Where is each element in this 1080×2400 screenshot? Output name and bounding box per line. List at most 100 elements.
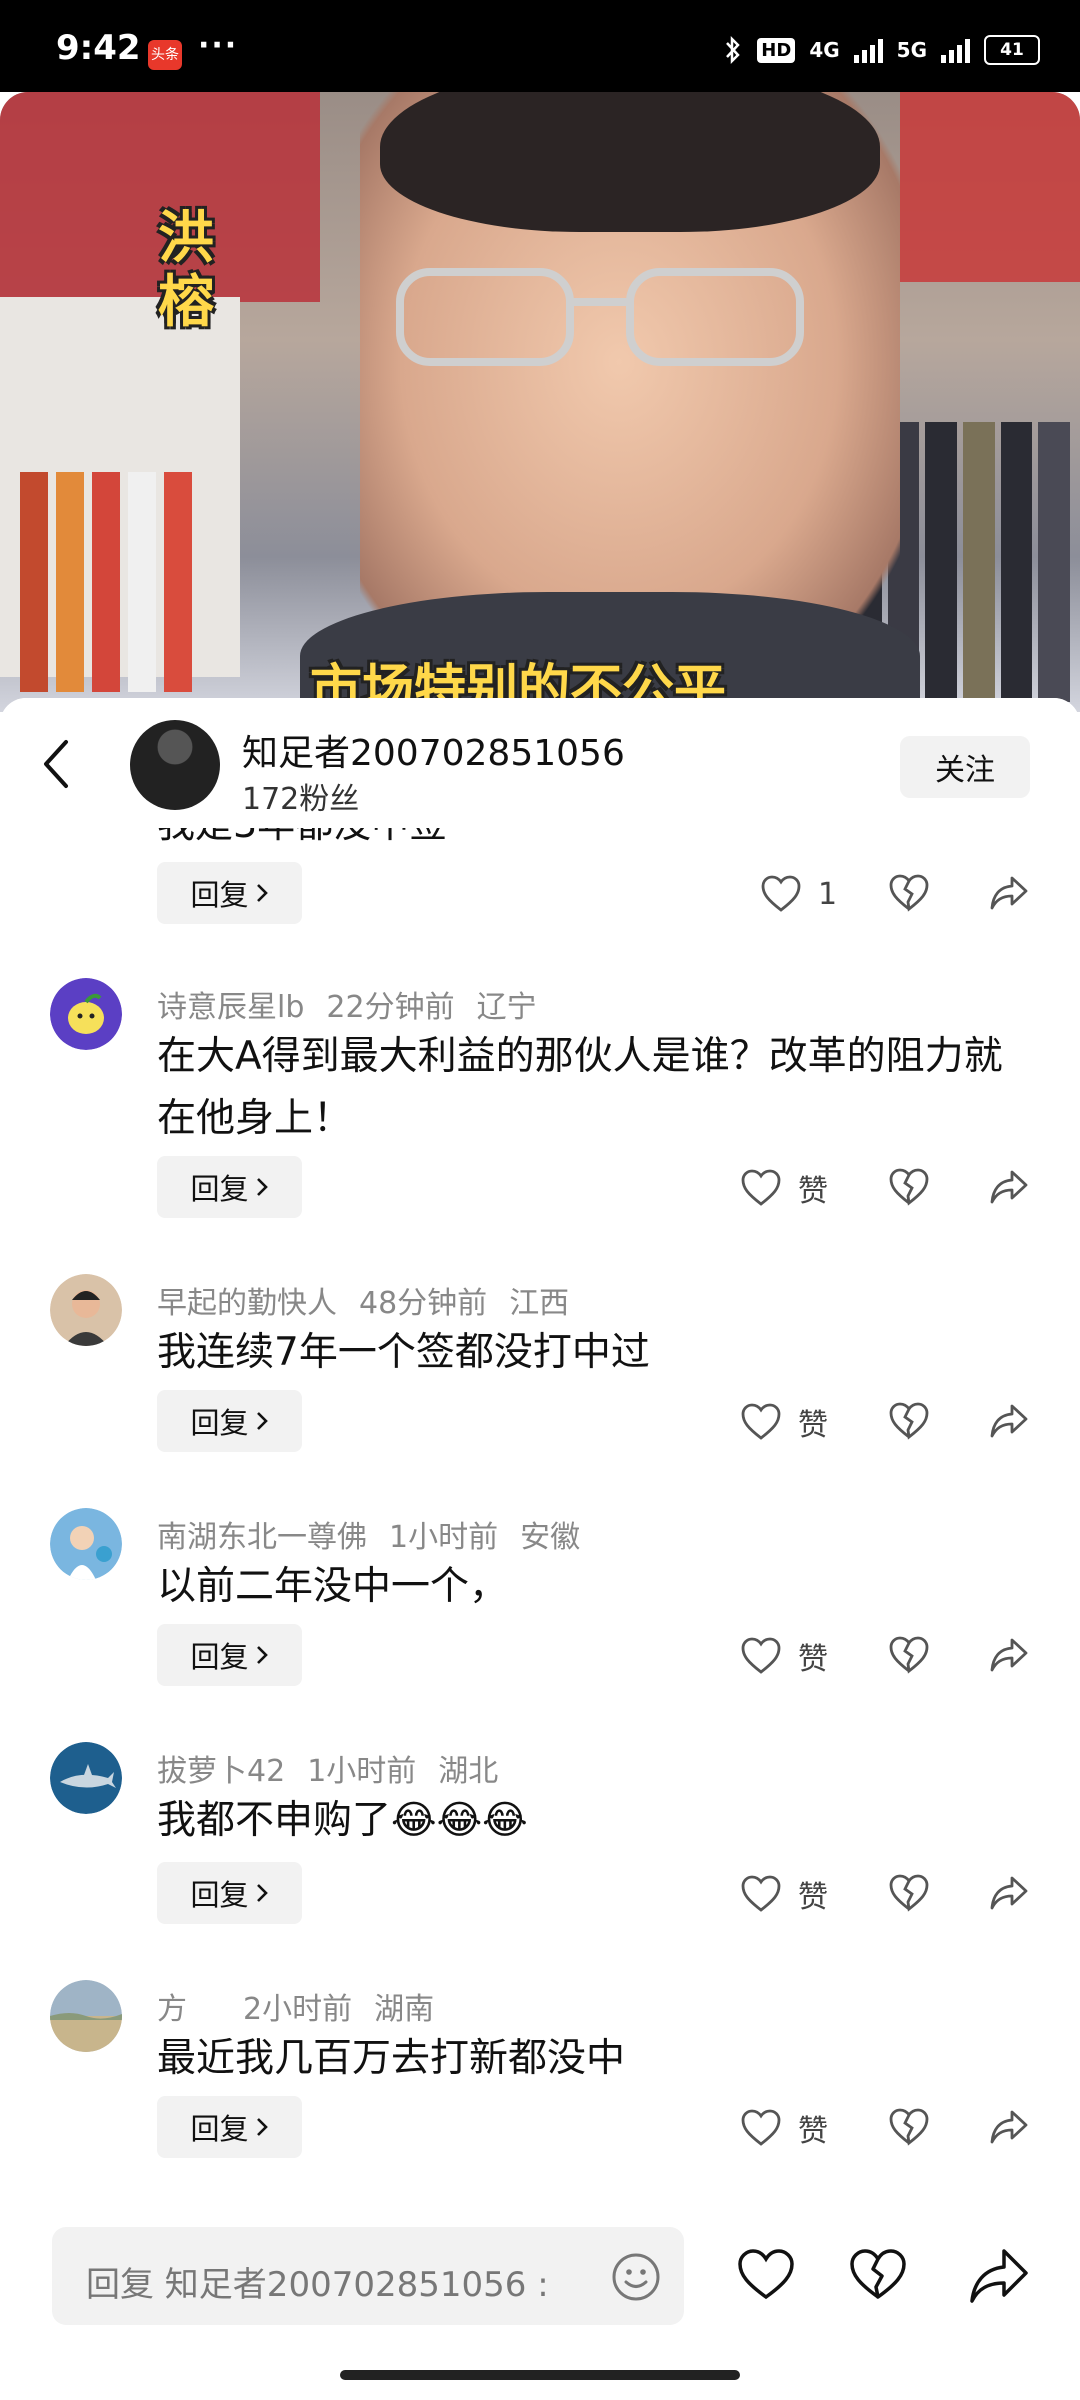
heart-icon [741, 1875, 781, 1912]
comment-text: 我连续7年一个签都没打中过 [157, 1330, 650, 1375]
like-count: 1 [818, 876, 838, 912]
avatar[interactable] [50, 1980, 122, 2052]
broken-heart-icon[interactable] [888, 1872, 930, 1914]
video-speaker [380, 92, 880, 232]
heart-icon[interactable] [736, 2247, 796, 2303]
reply-label: 回复 [190, 1640, 249, 1674]
video-caption-name: 洪榕 [158, 206, 214, 335]
signal-4g-icon [853, 37, 883, 63]
comment-text: 我都不申购了😂😂😂 [157, 1798, 528, 1843]
video-background [20, 472, 220, 692]
status-time: 9:42 [56, 28, 141, 68]
avatar[interactable] [50, 1742, 122, 1814]
reply-button[interactable]: 回复 [157, 1624, 302, 1686]
follow-button[interactable]: 关注 [900, 736, 1030, 798]
comment-meta: 南湖东北一尊佛 1小时前 安徽 [157, 1512, 602, 1556]
avatar[interactable] [50, 1274, 122, 1346]
reply-button[interactable]: 回复 [157, 1156, 302, 1218]
network-5g-label: 5G [896, 38, 927, 62]
reply-label: 回复 [190, 1172, 249, 1206]
author-fans-count: 172粉丝 [242, 782, 360, 817]
reply-input[interactable]: 回复 知足者200702851056 : [52, 2227, 684, 2325]
heart-icon [741, 1403, 781, 1440]
reply-label: 回复 [190, 1406, 249, 1440]
author-name[interactable]: 知足者200702851056 [242, 724, 625, 776]
sheet-header: 知足者200702851056 172粉丝 关注 [0, 698, 1080, 828]
avatar[interactable] [50, 978, 122, 1050]
reply-label: 回复 [190, 2112, 249, 2146]
avatar[interactable] [50, 1508, 122, 1580]
comment-region: 江西 [509, 1286, 570, 1321]
reply-button[interactable]: 回复 [157, 2096, 302, 2158]
like-button[interactable]: 1 [760, 872, 837, 916]
comment-meta: 诗意辰星lb 22分钟前 辽宁 [157, 982, 559, 1026]
comment-actions: 回复 赞 [0, 1862, 1080, 1926]
bottom-reply-bar: 回复 知足者200702851056 : [0, 2215, 1080, 2335]
reply-label: 回复 [190, 1878, 249, 1912]
comment-username[interactable]: 拔萝卜42 [157, 1754, 285, 1789]
landscape-avatar-icon [50, 1980, 122, 2052]
author-avatar[interactable] [130, 720, 220, 810]
broken-heart-icon[interactable] [888, 2106, 930, 2148]
more-notifications-icon: ··· [198, 28, 239, 63]
broken-heart-icon[interactable] [848, 2247, 908, 2303]
emoji-icon[interactable] [610, 2251, 662, 2303]
comment-list[interactable]: 我是3年都没中签 回复 1 [0, 698, 1080, 2208]
share-icon[interactable] [988, 2106, 1030, 2148]
comment-meta: 方 2小时前 湖南 [157, 1984, 456, 2028]
video-player[interactable]: 洪榕 市场特别的不公平 [0, 92, 1080, 712]
share-icon[interactable] [988, 1166, 1030, 1208]
comment-time: 48分钟前 [359, 1286, 488, 1321]
broken-heart-icon[interactable] [888, 1166, 930, 1208]
home-indicator[interactable] [340, 2370, 740, 2380]
comment-actions: 回复 1 [0, 862, 1080, 926]
like-button[interactable]: 赞 [740, 1634, 828, 1678]
share-icon[interactable] [988, 1872, 1030, 1914]
share-icon[interactable] [988, 1400, 1030, 1442]
comment-username[interactable]: 方 [157, 1992, 187, 2027]
status-bar: 9:42 头条 ··· HD 4G 5G 41 [0, 0, 1080, 92]
broken-heart-icon[interactable] [888, 1400, 930, 1442]
like-button[interactable]: 赞 [740, 1400, 828, 1444]
heart-icon [741, 2109, 781, 2146]
like-button[interactable]: 赞 [740, 1872, 828, 1916]
reply-button[interactable]: 回复 [157, 862, 302, 924]
back-arrow-icon[interactable] [34, 734, 78, 794]
comment-username[interactable]: 南湖东北一尊佛 [157, 1520, 367, 1555]
comment-region: 辽宁 [476, 990, 537, 1025]
like-button[interactable]: 赞 [740, 1166, 828, 1210]
signal-5g-icon [941, 37, 970, 63]
comment-time: 2小时前 [243, 1992, 353, 2027]
like-label: 赞 [798, 1408, 828, 1443]
comment-username[interactable]: 诗意辰星lb [157, 990, 304, 1025]
reply-button[interactable]: 回复 [157, 1862, 302, 1924]
comment-actions: 回复 赞 [0, 1624, 1080, 1688]
comment-region: 安徽 [520, 1520, 581, 1555]
broken-heart-icon[interactable] [888, 1634, 930, 1676]
broken-heart-icon[interactable] [888, 872, 930, 914]
comment-region: 湖南 [374, 1992, 435, 2027]
chevron-right-icon [256, 1412, 268, 1430]
battery-icon: 41 [984, 35, 1040, 65]
person-avatar-icon [50, 1274, 122, 1346]
share-icon[interactable] [988, 1634, 1030, 1676]
like-button[interactable]: 赞 [740, 2106, 828, 2150]
heart-icon [741, 1169, 781, 1206]
share-icon[interactable] [968, 2245, 1032, 2305]
reply-label: 回复 [190, 878, 249, 912]
comment-meta: 拔萝卜42 1小时前 湖北 [157, 1746, 520, 1790]
comment-username[interactable]: 早起的勤快人 [157, 1286, 337, 1321]
hd-voice-icon: HD [757, 37, 796, 63]
reply-input-placeholder: 回复 知足者200702851056 : [86, 2265, 549, 2305]
comment-text: 最近我几百万去打新都没中 [157, 2036, 626, 2081]
reply-button[interactable]: 回复 [157, 1390, 302, 1452]
like-label: 赞 [798, 2114, 828, 2149]
share-icon[interactable] [988, 872, 1030, 914]
chevron-right-icon [256, 2118, 268, 2136]
heart-icon [761, 875, 801, 912]
heart-icon [741, 1637, 781, 1674]
like-label: 赞 [798, 1880, 828, 1915]
comment-region: 湖北 [438, 1754, 499, 1789]
child-avatar-icon [50, 1508, 122, 1580]
chevron-right-icon [256, 1884, 268, 1902]
